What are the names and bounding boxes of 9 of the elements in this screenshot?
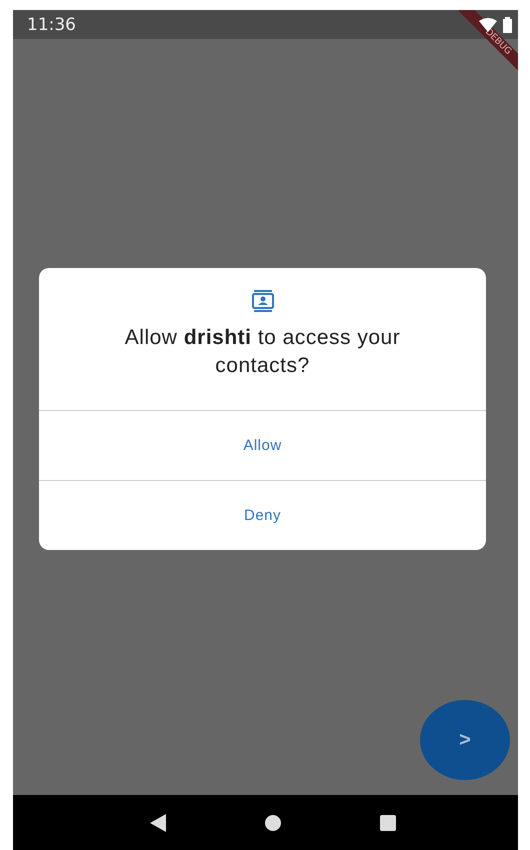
back-icon[interactable] (150, 814, 166, 832)
deny-button[interactable]: Deny (39, 480, 486, 550)
next-button[interactable]: > (420, 700, 510, 780)
recents-icon[interactable] (380, 814, 396, 830)
dialog-title: Allow drishti to access your contacts? (124, 325, 402, 379)
contacts-icon (252, 290, 274, 312)
status-time: 11:36 (27, 14, 76, 34)
allow-button[interactable]: Allow (39, 410, 486, 480)
home-icon[interactable] (265, 814, 281, 830)
